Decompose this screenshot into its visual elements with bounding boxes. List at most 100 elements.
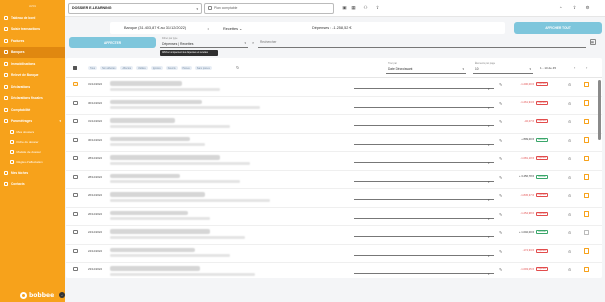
row-comment-icon[interactable]: [73, 82, 78, 86]
document-icon[interactable]: ▣: [342, 5, 347, 10]
attachment-icon[interactable]: [584, 174, 589, 180]
filter-chip[interactable]: Favoris: [165, 66, 178, 70]
user-icon[interactable]: ⚇: [363, 5, 368, 10]
row-comment-icon[interactable]: [73, 119, 78, 123]
table-row[interactable]: 30/12/2022 ▾ ✎ + 899,00 € Recette ⊙: [66, 134, 602, 152]
filter-chip[interactable]: Ignorés: [150, 66, 163, 70]
edit-icon[interactable]: ✎: [499, 175, 502, 180]
sidebar-item[interactable]: Paramétrages ▾: [0, 116, 65, 128]
row-action-icon[interactable]: ⊙: [568, 212, 571, 217]
row-account-select[interactable]: [354, 254, 494, 255]
row-account-select[interactable]: [354, 199, 494, 200]
row-action-icon[interactable]: ⊙: [568, 193, 571, 198]
row-action-icon[interactable]: ⊙: [568, 119, 571, 124]
edit-icon[interactable]: ✎: [499, 101, 502, 106]
plan-comptable-checkbox[interactable]: [208, 6, 212, 10]
dossier-selector[interactable]: DOSSIER E-LEARNING ▾: [68, 2, 202, 14]
show-all-button[interactable]: AFFICHER TOUT: [514, 22, 602, 34]
attachment-icon[interactable]: [584, 155, 589, 161]
row-account-select[interactable]: [354, 88, 494, 89]
edit-icon[interactable]: ✎: [499, 230, 502, 235]
row-account-select[interactable]: [354, 236, 494, 237]
sidebar-collapse-button[interactable]: ‹: [59, 292, 65, 298]
sidebar-item[interactable]: Comptabilité: [0, 104, 65, 116]
table-row[interactable]: 26/12/2022 ▾ ✎ -1.254,98 € Dépense ⊙: [66, 208, 602, 226]
edit-icon[interactable]: ✎: [499, 82, 502, 87]
row-action-icon[interactable]: ⊙: [568, 249, 571, 254]
row-comment-icon[interactable]: [73, 230, 78, 234]
plan-comptable-field[interactable]: Plan comptable: [204, 2, 334, 14]
edit-icon[interactable]: ✎: [499, 156, 502, 161]
sidebar-item[interactable]: Saisie transactions: [0, 24, 65, 36]
row-account-select[interactable]: [354, 106, 494, 107]
notification-icon[interactable]: ◔: [558, 5, 563, 10]
row-action-icon[interactable]: ⊙: [568, 267, 571, 272]
filter-chip[interactable]: Non affectés: [100, 66, 118, 70]
row-comment-icon[interactable]: [73, 137, 78, 142]
grid-icon[interactable]: ▦: [351, 5, 356, 10]
refresh-icon[interactable]: ↻: [236, 65, 239, 70]
table-row[interactable]: 28/12/2022 ▾ ✎ -1.081,18 € Dépense ⊙: [66, 152, 602, 171]
edit-icon[interactable]: ✎: [499, 267, 502, 272]
attachment-icon[interactable]: [584, 266, 589, 272]
row-comment-icon[interactable]: [73, 193, 78, 197]
type-filter-select[interactable]: Filtrer par type Dépenses | Recettes ▾: [160, 37, 248, 48]
sidebar-subitem[interactable]: Modèle de dossier: [0, 147, 65, 157]
edit-icon[interactable]: ✎: [499, 138, 502, 143]
row-comment-icon[interactable]: [73, 174, 78, 179]
attachment-icon[interactable]: [584, 137, 589, 143]
filter-chip[interactable]: Pièces: [180, 66, 192, 70]
table-row[interactable]: 28/12/2022 ▾ ✎ + 3.456,78 € Recette ⊙: [66, 171, 602, 189]
search-input[interactable]: [258, 37, 586, 48]
table-row[interactable]: 31/12/2022 ▾ ✎ -32,07 € Dépense ⊙: [66, 115, 602, 134]
row-action-icon[interactable]: ⊙: [568, 101, 571, 106]
row-comment-icon[interactable]: [73, 211, 78, 216]
table-row[interactable]: 24/12/2022 ▾ ✎ + 1.002,00 € Recette ⊙: [66, 226, 602, 245]
edit-icon[interactable]: ✎: [499, 249, 502, 254]
calendar-icon[interactable]: ▤: [590, 39, 596, 45]
table-row[interactable]: 31/12/2022 ▾ ✎ -1.200,00 € Dépense ⊙: [66, 78, 602, 97]
sidebar-item[interactable]: Mes tâches: [0, 167, 65, 179]
filter-chip[interactable]: Validés: [136, 66, 148, 70]
row-account-select[interactable]: [354, 143, 494, 144]
recettes-dropdown[interactable]: Recettes ⌄: [223, 26, 242, 31]
sidebar-item[interactable]: Relevé de Banque: [0, 70, 65, 82]
table-row[interactable]: 30/12/2022 ▾ ✎ -1.261,94 € Dépense ⊙: [66, 97, 602, 115]
sidebar-item[interactable]: Déclarations: [0, 81, 65, 93]
attachment-icon[interactable]: [584, 248, 589, 254]
attachment-icon[interactable]: [584, 229, 589, 235]
row-action-icon[interactable]: ⊙: [568, 230, 571, 235]
row-account-select[interactable]: [354, 180, 494, 181]
sidebar-item[interactable]: Banques: [0, 46, 65, 58]
affecter-button[interactable]: AFFECTER: [69, 37, 156, 48]
attachment-icon[interactable]: [584, 81, 589, 87]
row-action-icon[interactable]: ⊙: [568, 82, 571, 87]
filter-chip[interactable]: Sans pièces: [194, 66, 212, 70]
sidebar-item[interactable]: Contacts: [0, 179, 65, 191]
upload-icon[interactable]: ⇪: [375, 5, 380, 10]
settings-icon[interactable]: ⚙: [585, 5, 590, 10]
row-comment-icon[interactable]: [73, 248, 78, 253]
edit-icon[interactable]: ✎: [499, 193, 502, 198]
sidebar-subitem[interactable]: Mes dossiers: [0, 127, 65, 137]
filter-chip[interactable]: Affectés: [120, 66, 134, 70]
row-comment-icon[interactable]: [73, 156, 78, 160]
next-page-icon[interactable]: ›: [586, 65, 587, 70]
scrollbar[interactable]: [598, 80, 601, 140]
row-account-select[interactable]: [354, 162, 494, 163]
info-icon[interactable]: ⇪: [572, 5, 577, 10]
table-row[interactable]: 23/12/2022 ▾ ✎ -1.093,05 € Dépense ⊙: [66, 263, 602, 278]
table-row[interactable]: 24/12/2022 ▾ ✎ -174,93 € Dépense ⊙: [66, 245, 602, 263]
sort-select[interactable]: Trier par Date Décroissant ▾: [386, 62, 466, 74]
prev-page-icon[interactable]: ‹: [574, 65, 575, 70]
sidebar-item[interactable]: Déclarations fiscales: [0, 93, 65, 105]
sidebar-subitem[interactable]: Fiche du dossier: [0, 137, 65, 147]
row-comment-icon[interactable]: [73, 100, 78, 105]
row-account-select[interactable]: [354, 125, 494, 126]
filter-chip[interactable]: Tous: [88, 66, 98, 70]
row-comment-icon[interactable]: [73, 267, 78, 271]
sidebar-item[interactable]: Tableau de bord: [0, 12, 65, 24]
per-page-select[interactable]: Éléments par page 10 ▾: [473, 62, 533, 74]
row-action-icon[interactable]: ⊙: [568, 138, 571, 143]
edit-icon[interactable]: ✎: [499, 212, 502, 217]
